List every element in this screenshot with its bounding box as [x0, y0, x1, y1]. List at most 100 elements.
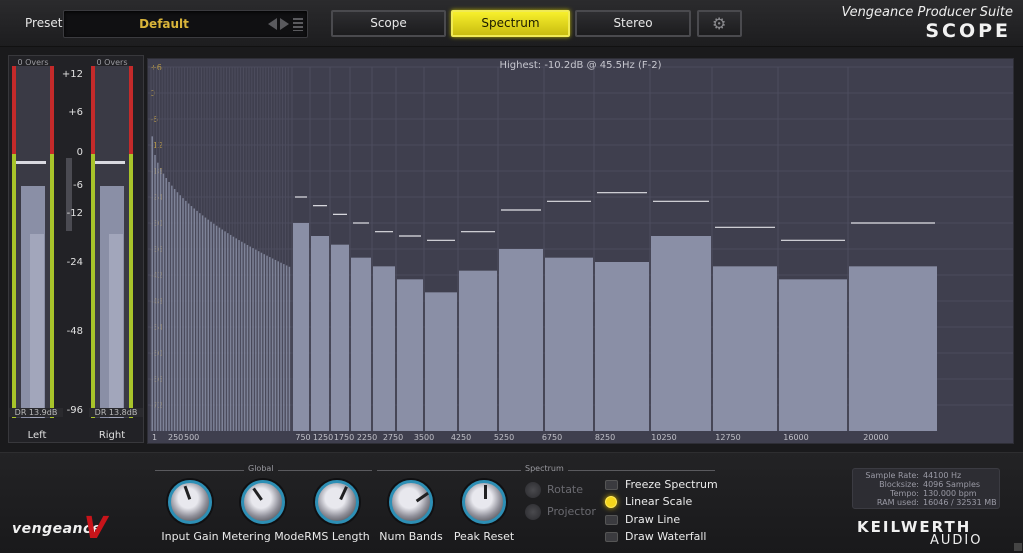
meter-left-red-zone — [12, 66, 54, 154]
top-bar: Preset Default Scope Spectrum Stereo ⚙ V… — [0, 0, 1023, 47]
sample-rate-key: Sample Rate: — [865, 471, 919, 480]
freq-label: 2750 — [383, 433, 403, 442]
resize-grip[interactable] — [1014, 543, 1022, 551]
settings-button[interactable]: ⚙ — [697, 10, 742, 37]
sample-rate-value: 44100 Hz — [923, 471, 962, 480]
meter-left-dr: DR 13.9dB — [9, 408, 63, 417]
ram-value: 16046 / 32531 MB — [923, 498, 997, 507]
meter-left-rms-fill — [30, 234, 44, 418]
spectrum-bar — [351, 257, 371, 431]
freq-label: 500 — [184, 433, 199, 442]
vengeance-v-icon: V — [84, 511, 108, 546]
freq-label: 12750 — [715, 433, 740, 442]
spectrum-bar — [373, 266, 395, 431]
ram-key: RAM used: — [876, 498, 919, 507]
spectrum-bar — [425, 292, 457, 431]
db-tick: +12 — [61, 69, 83, 80]
projector-knob[interactable] — [525, 504, 541, 520]
draw-line-label: Draw Line — [625, 513, 681, 526]
preset-label: Preset — [25, 16, 63, 30]
meter-right-red-zone — [91, 66, 133, 154]
freq-label: 1750 — [334, 433, 354, 442]
draw-line-checkbox[interactable] — [605, 515, 618, 525]
info-panel: Sample Rate: 44100 Hz Blocksize: 4096 Sa… — [852, 468, 1000, 509]
freeze-spectrum-checkbox[interactable] — [605, 480, 618, 490]
draw-waterfall-label: Draw Waterfall — [625, 530, 707, 543]
freq-label: 20000 — [863, 433, 888, 442]
freq-label: 16000 — [783, 433, 808, 442]
num-bands-knob[interactable] — [389, 480, 433, 524]
meter-right-peak-hold — [95, 161, 125, 164]
meter-gain-slider[interactable] — [66, 158, 72, 231]
preset-name[interactable]: Default — [64, 17, 264, 31]
knob-pointer — [339, 486, 348, 501]
spectrum-bar — [849, 266, 937, 431]
rotate-knob[interactable] — [525, 482, 541, 498]
spectrum-bar — [331, 244, 349, 431]
linear-scale-checkbox[interactable] — [605, 496, 617, 508]
db-tick: +6 — [68, 107, 83, 118]
db-tick: -48 — [66, 326, 83, 337]
rotate-label: Rotate — [547, 483, 584, 496]
tempo-value: 130.000 bpm — [923, 489, 977, 498]
tab-spectrum[interactable]: Spectrum — [451, 10, 570, 37]
db-tick: -6 — [73, 180, 83, 191]
metering-mode-knob[interactable] — [241, 480, 285, 524]
blocksize-value: 4096 Samples — [923, 480, 981, 489]
projector-label: Projector — [547, 505, 596, 518]
freq-label: 10250 — [651, 433, 676, 442]
freq-label: 6750 — [542, 433, 562, 442]
freq-label: 8250 — [595, 433, 615, 442]
spectrum-bar — [397, 279, 423, 431]
bottom-controls: vengeance V Global Spectrum Input Gain M… — [0, 452, 1023, 553]
spectrum-bar — [545, 257, 593, 431]
freq-label: 1 — [152, 433, 157, 442]
knob-pointer — [415, 491, 429, 503]
knob-pointer — [484, 485, 487, 499]
tab-stereo[interactable]: Stereo — [575, 10, 691, 37]
freq-label: 3500 — [414, 433, 434, 442]
brand-title: Vengeance Producer Suite — [841, 5, 1013, 20]
preset-prev-icon[interactable] — [268, 18, 277, 30]
freq-label: 5250 — [494, 433, 514, 442]
input-gain-knob[interactable] — [168, 480, 212, 524]
freq-label: 1250 — [313, 433, 333, 442]
knob-pointer — [252, 487, 263, 501]
brand-product: SCOPE — [925, 20, 1011, 42]
spectrum-bar — [713, 266, 777, 431]
spectrum-display[interactable]: +60-6-12-18-24-30-36-42-48-54-60-66-7275… — [147, 58, 1014, 444]
rms-length-knob[interactable] — [315, 480, 359, 524]
peak-reset-label: Peak Reset — [453, 530, 515, 543]
global-group-label: Global — [244, 464, 278, 473]
freq-label: 750 — [295, 433, 310, 442]
db-tick: -12 — [66, 208, 83, 219]
highest-peak-readout: Highest: -10.2dB @ 45.5Hz (F-2) — [499, 60, 662, 71]
tab-scope[interactable]: Scope — [331, 10, 446, 37]
freq-label: 2250 — [357, 433, 377, 442]
spectrum-chart: +60-6-12-18-24-30-36-42-48-54-60-66-7275… — [148, 63, 1013, 442]
spectrum-bar — [595, 262, 649, 431]
spectrum-bar — [459, 270, 497, 431]
blocksize-key: Blocksize: — [879, 480, 919, 489]
spectrum-group-label: Spectrum — [521, 464, 568, 473]
meter-right-dr: DR 13.8dB — [89, 408, 143, 417]
tempo-key: Tempo: — [890, 489, 919, 498]
meter-right-label: Right — [98, 430, 126, 441]
spectrum-bar — [499, 249, 543, 431]
spectrum-bar — [779, 279, 847, 431]
peak-reset-knob[interactable] — [462, 480, 506, 524]
meter-left-label: Left — [27, 430, 47, 441]
freq-label: 250 — [168, 433, 183, 442]
db-tick: 0 — [76, 147, 83, 158]
spectrum-bar — [651, 236, 711, 431]
meter-left-peak-hold — [16, 161, 46, 164]
draw-waterfall-checkbox[interactable] — [605, 532, 618, 542]
linear-scale-label: Linear Scale — [625, 495, 693, 508]
level-meters: 0 Overs 0 Overs +12 +6 0 -6 -12 -24 -48 … — [8, 55, 144, 443]
meter-right: 0 Overs — [91, 58, 133, 418]
preset-next-icon[interactable] — [280, 18, 289, 30]
preset-selector[interactable]: Default — [63, 10, 308, 38]
preset-list-icon[interactable] — [293, 18, 303, 31]
meter-right-rms-fill — [109, 234, 123, 418]
meter-left: 0 Overs — [12, 58, 54, 418]
